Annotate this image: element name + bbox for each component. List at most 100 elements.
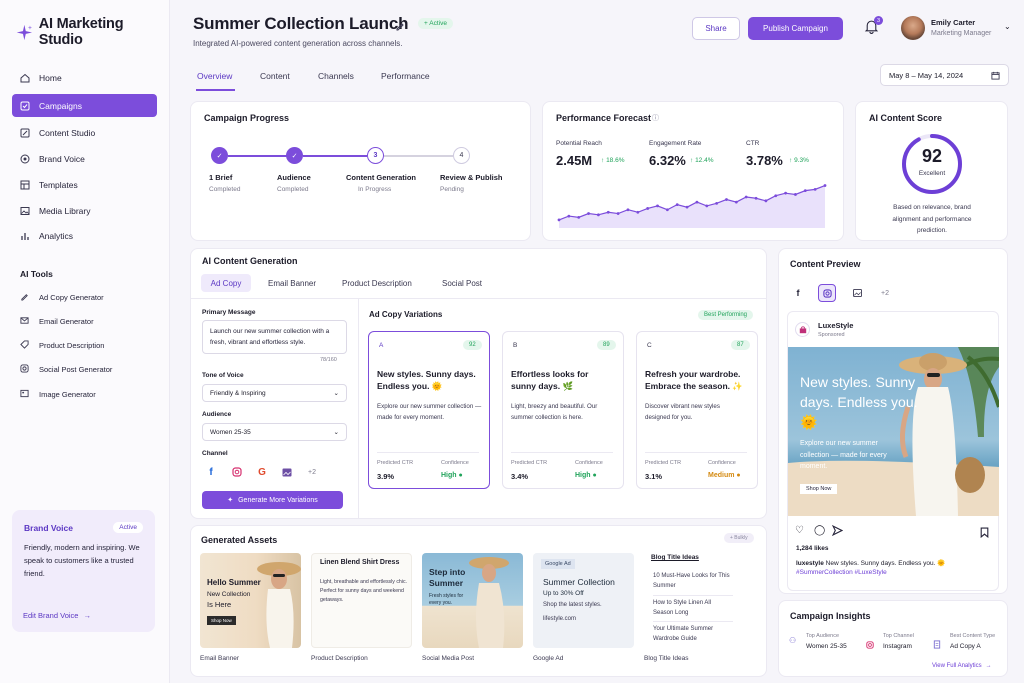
step-1-check-icon: ✓ <box>211 147 228 164</box>
gen-tab-product-description[interactable]: Product Description <box>342 279 412 288</box>
instagram-icon[interactable] <box>818 284 836 302</box>
instagram-icon[interactable] <box>228 463 246 481</box>
metric-value: 3.78% <box>746 153 783 168</box>
trend-point <box>784 191 787 195</box>
asset-social-media-post[interactable]: Step into Summer Fresh styles for every … <box>422 553 523 648</box>
sparkle-icon <box>16 24 33 40</box>
sidebar-item-analytics[interactable]: Analytics <box>12 224 157 247</box>
heart-icon[interactable]: ♡ <box>795 525 804 536</box>
trend-point <box>557 218 561 222</box>
metric-value: 6.32% <box>649 153 686 168</box>
facebook-icon[interactable]: f <box>202 463 220 481</box>
image-icon[interactable] <box>848 284 866 302</box>
tool-product-description[interactable]: Product Description <box>20 340 104 351</box>
asset-label: Social Media Post <box>422 655 475 662</box>
step-status: Completed <box>209 186 241 193</box>
share-button[interactable]: Share <box>692 17 740 40</box>
asset-line: Summer <box>429 578 464 588</box>
asset-product-description[interactable]: Linen Blend Shirt Dress Light, breathabl… <box>311 553 412 648</box>
view-full-analytics-link[interactable]: View Full Analytics → <box>932 663 992 669</box>
trend-point <box>695 200 699 204</box>
notification-button[interactable]: 3 <box>864 16 883 39</box>
generate-label: Generate More Variations <box>238 496 318 504</box>
date-range-picker[interactable]: May 8 – May 14, 2024 <box>880 64 1009 86</box>
image-channel-icon[interactable] <box>278 463 296 481</box>
pencil-icon[interactable] <box>395 18 405 36</box>
confidence-label: Confidence <box>441 460 469 466</box>
bookmark-icon[interactable] <box>980 525 989 543</box>
sidebar-item-label: Media Library <box>39 205 91 216</box>
ctr-label: Predicted CTR <box>511 460 548 466</box>
preview-body: Explore our new summer collection — made… <box>800 440 887 470</box>
trend-point <box>725 198 728 201</box>
tab-content[interactable]: Content <box>260 71 290 81</box>
arrow-right-icon: → <box>985 663 992 669</box>
sidebar-item-label: Brand Voice <box>39 153 85 164</box>
gen-tab-email-banner[interactable]: Email Banner <box>268 279 316 288</box>
tool-email-generator[interactable]: Email Generator <box>20 316 94 327</box>
ctr-label: Predicted CTR <box>645 460 682 466</box>
trend-point <box>577 215 581 219</box>
asset-offer: Up to 30% Off <box>543 590 584 597</box>
brand-icon <box>20 154 30 164</box>
audience-select[interactable]: Women 25-35 ⌄ <box>202 423 347 441</box>
asset-email-banner[interactable]: Hello Summer New Collection Is Here Shop… <box>200 553 301 648</box>
ctr-value: 3.4% <box>511 472 529 481</box>
primary-message-input[interactable]: Launch our new summer collection with a … <box>202 320 347 354</box>
trend-point <box>606 210 610 214</box>
tone-value: Friendly & Inspiring <box>210 389 266 397</box>
variation-letter: A <box>379 342 384 349</box>
shop-now-button[interactable]: Shop Now <box>800 484 838 494</box>
chevron-down-icon[interactable]: ⌄ <box>1004 22 1011 31</box>
avatar[interactable] <box>901 16 925 40</box>
generate-variations-button[interactable]: ✦ Generate More Variations <box>202 491 343 509</box>
google-icon[interactable]: G <box>253 463 271 481</box>
sidebar-item-templates[interactable]: Templates <box>12 173 157 196</box>
tool-ad-copy-generator[interactable]: Ad Copy Generator <box>20 292 104 303</box>
info-icon[interactable]: ⓘ <box>652 113 659 123</box>
metric-label: Engagement Rate <box>649 140 702 147</box>
instagram-small-icon <box>866 636 874 654</box>
post-hashtags[interactable]: #SummerCollection #LuxeStyle <box>796 569 887 576</box>
sidebar-item-content-studio[interactable]: Content Studio <box>12 121 157 144</box>
tab-overview[interactable]: Overview <box>197 71 232 81</box>
insights-title: Campaign Insights <box>790 611 871 621</box>
facebook-icon[interactable]: f <box>789 284 807 302</box>
tab-performance[interactable]: Performance <box>381 71 430 81</box>
asset-url: lifestyle.com <box>543 616 577 622</box>
comment-icon[interactable]: ◯ <box>814 525 825 536</box>
confidence-text: High <box>575 472 591 479</box>
tab-channels[interactable]: Channels <box>318 71 354 81</box>
tool-image-generator[interactable]: Image Generator <box>20 389 96 400</box>
more-channels[interactable]: +2 <box>303 463 321 481</box>
asset-google-ad[interactable]: Google Ad Summer Collection Up to 30% Of… <box>533 553 634 648</box>
edit-brand-voice-link[interactable]: Edit Brand Voice → <box>23 611 91 620</box>
trend-point <box>813 187 817 191</box>
insight-label: Best Content Type <box>950 633 996 639</box>
sidebar-item-brand-voice[interactable]: Brand Voice <box>12 147 157 170</box>
tool-label: Product Description <box>39 341 105 350</box>
publish-campaign-button[interactable]: Publish Campaign <box>748 17 843 40</box>
metric-delta: ↑ 12.4% <box>690 157 714 164</box>
tool-label: Image Generator <box>39 390 96 399</box>
asset-blog-title-ideas[interactable]: Blog Title Ideas 10 Must-Have Looks for … <box>644 553 745 648</box>
progress-title: Campaign Progress <box>204 113 290 123</box>
gen-tab-social-post[interactable]: Social Post <box>442 279 482 288</box>
gen-tab-ad-copy[interactable]: Ad Copy <box>201 274 251 292</box>
metric-label: CTR <box>746 140 760 147</box>
campaign-icon <box>20 101 30 111</box>
sidebar-item-media-library[interactable]: Media Library <box>12 199 157 222</box>
variation-body: Explore our new summer collection — made… <box>377 403 482 421</box>
more-channels[interactable]: +2 <box>876 284 894 302</box>
sidebar-item-campaigns[interactable]: Campaigns <box>12 94 157 117</box>
tone-select[interactable]: Friendly & Inspiring ⌄ <box>202 384 347 402</box>
step-name: Content Generation <box>346 173 417 182</box>
delta-text: 18.6% <box>606 157 625 164</box>
tool-social-post-generator[interactable]: Social Post Generator <box>20 364 112 375</box>
confidence-text: Medium <box>708 472 735 479</box>
sidebar-item-label: Home <box>39 72 62 83</box>
sidebar-item-home[interactable]: Home <box>12 66 157 89</box>
send-icon[interactable] <box>831 523 844 541</box>
trend-point <box>665 208 669 212</box>
step-connector <box>228 155 287 157</box>
